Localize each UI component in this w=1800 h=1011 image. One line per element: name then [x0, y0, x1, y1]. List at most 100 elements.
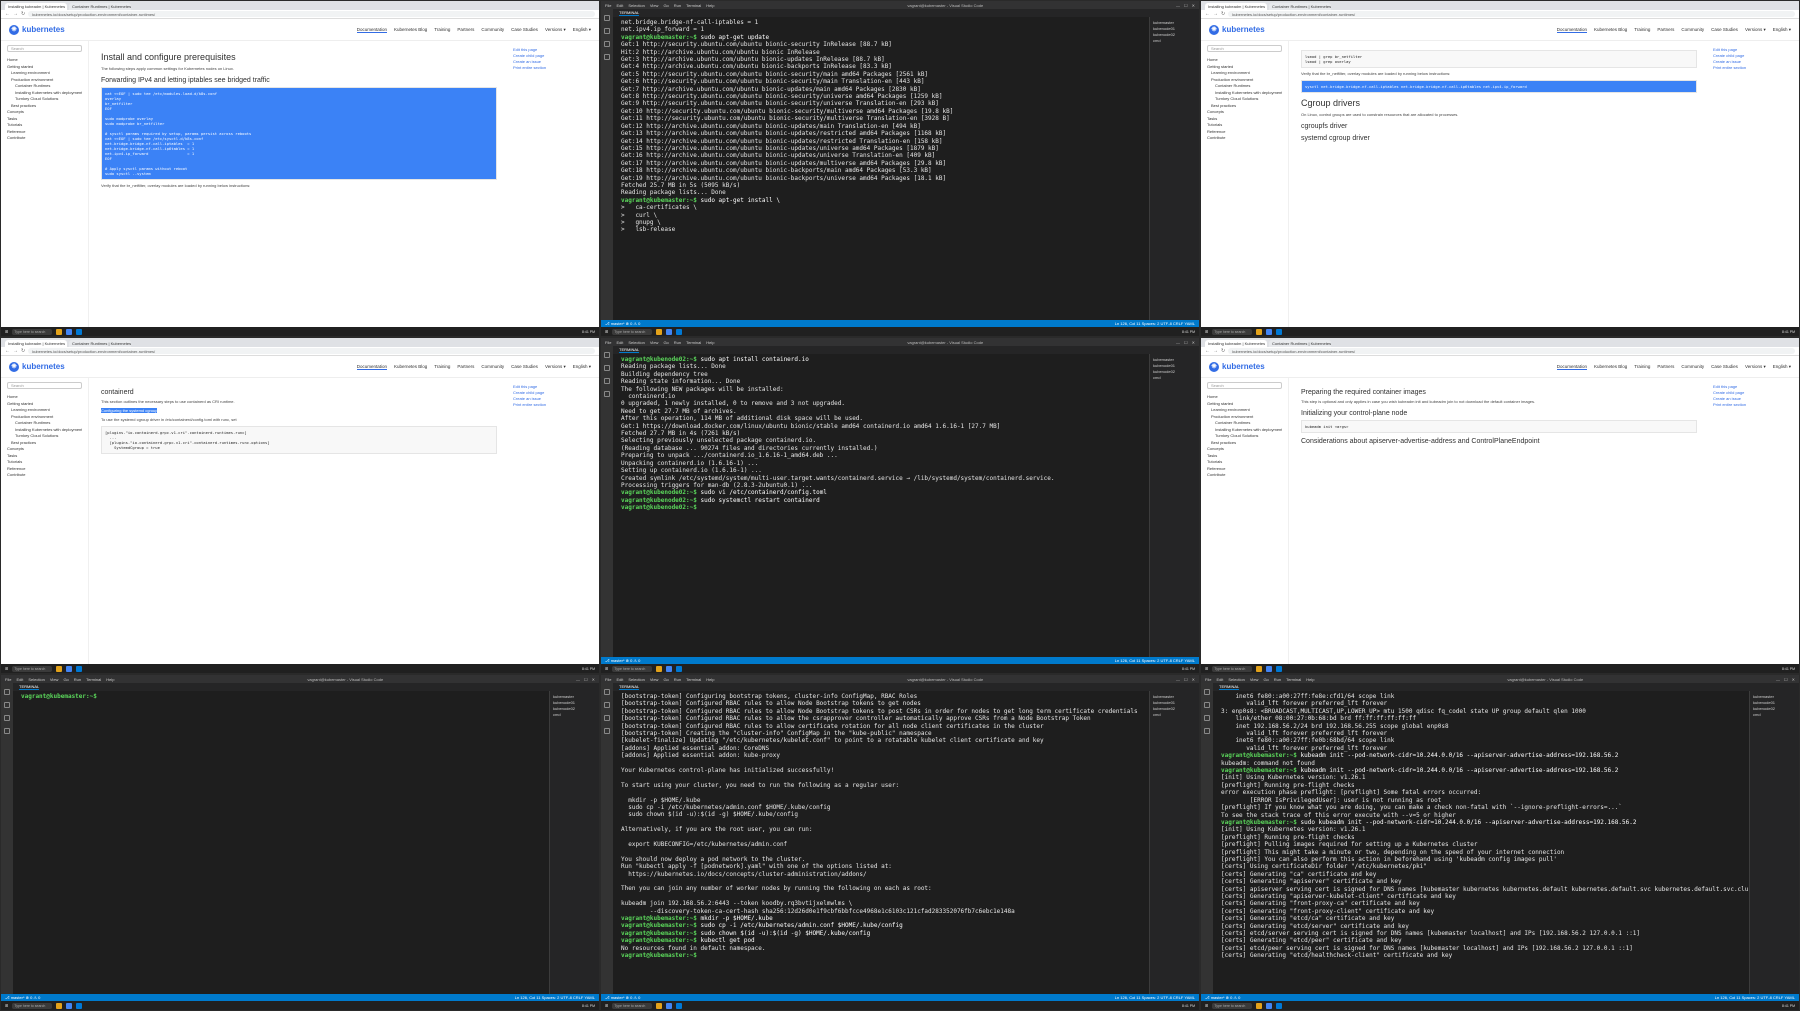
maximize-icon[interactable]: ☐: [584, 677, 588, 682]
folder-app-icon[interactable]: [656, 1002, 663, 1009]
menu-terminal[interactable]: Terminal: [1286, 677, 1301, 682]
terminal-area[interactable]: TERMINAL net.bridge.bridge-nf-call-iptab…: [613, 9, 1199, 327]
extensions-icon[interactable]: [604, 728, 610, 734]
windows-start-icon[interactable]: ⊞: [1205, 666, 1208, 671]
chrome-app-icon[interactable]: [66, 328, 73, 335]
code-block[interactable]: kubeadm init <args>: [1301, 420, 1697, 433]
nav-blog[interactable]: Kubernetes Blog: [394, 364, 427, 370]
terminal-output[interactable]: [bootstrap-token] Configuring bootstrap …: [613, 691, 1199, 962]
menu-file[interactable]: File: [1205, 677, 1211, 682]
status-left[interactable]: ⎇ master* ⊗ 0 ⚠ 0: [605, 995, 640, 1000]
reload-icon[interactable]: ↻: [1221, 348, 1225, 354]
menu-edit[interactable]: Edit: [16, 677, 23, 682]
browser-tab[interactable]: Container Runtimes | Kubernetes: [69, 3, 131, 10]
code-block[interactable]: lsmod | grep br_netfilter lsmod | grep o…: [1301, 50, 1697, 68]
forward-icon[interactable]: →: [13, 11, 18, 17]
taskbar-search[interactable]: Type here to search: [12, 328, 53, 335]
nav-language[interactable]: English ▾: [1773, 27, 1791, 33]
reload-icon[interactable]: ↻: [21, 348, 25, 354]
folder-app-icon[interactable]: [56, 665, 63, 672]
folder-app-icon[interactable]: [656, 328, 663, 335]
close-icon[interactable]: ✕: [1792, 677, 1795, 682]
menu-edit[interactable]: Edit: [616, 677, 623, 682]
menu-file[interactable]: File: [605, 677, 611, 682]
tab-terminal[interactable]: TERMINAL: [619, 10, 640, 16]
vscode-app-icon[interactable]: [676, 328, 683, 335]
search-icon[interactable]: [604, 365, 610, 371]
browser-tab[interactable]: Installing kubeadm | Kubernetes: [5, 3, 67, 10]
windows-start-icon[interactable]: ⊞: [1205, 329, 1208, 334]
nav-training[interactable]: Training: [434, 364, 450, 370]
chrome-app-icon[interactable]: [666, 328, 673, 335]
source-control-icon[interactable]: [604, 715, 610, 721]
vscode-app-icon[interactable]: [1276, 328, 1283, 335]
tab-terminal[interactable]: TERMINAL: [619, 684, 640, 690]
menu-view[interactable]: View: [650, 3, 659, 8]
menu-run[interactable]: Run: [674, 340, 681, 345]
chrome-app-icon[interactable]: [666, 665, 673, 672]
close-icon[interactable]: ✕: [1192, 3, 1195, 8]
browser-tab[interactable]: Installing kubeadm | Kubernetes: [5, 340, 67, 347]
taskbar-search[interactable]: Type here to search: [1212, 665, 1253, 672]
terminal-output[interactable]: net.bridge.bridge-nf-call-iptables = 1 ne…: [613, 17, 1199, 236]
search-icon[interactable]: [1204, 702, 1210, 708]
source-control-icon[interactable]: [604, 41, 610, 47]
explorer-icon[interactable]: [604, 15, 610, 21]
tab-terminal[interactable]: TERMINAL: [1219, 684, 1240, 690]
maximize-icon[interactable]: ☐: [1184, 340, 1188, 345]
taskbar-search[interactable]: Type here to search: [12, 665, 53, 672]
forward-icon[interactable]: →: [13, 348, 18, 354]
vscode-app-icon[interactable]: [676, 665, 683, 672]
maximize-icon[interactable]: ☐: [1184, 3, 1188, 8]
menu-view[interactable]: View: [650, 677, 659, 682]
nav-blog[interactable]: Kubernetes Blog: [1594, 27, 1627, 33]
nav-community[interactable]: Community: [1681, 27, 1704, 33]
vscode-app-icon[interactable]: [76, 665, 83, 672]
menu-help[interactable]: Help: [706, 3, 714, 8]
menu-help[interactable]: Help: [706, 677, 714, 682]
menu-selection[interactable]: Selection: [28, 677, 44, 682]
nav-case-studies[interactable]: Case Studies: [1711, 364, 1738, 370]
minimize-icon[interactable]: —: [1176, 677, 1180, 682]
forward-icon[interactable]: →: [1213, 11, 1218, 17]
menu-selection[interactable]: Selection: [628, 340, 644, 345]
nav-language[interactable]: English ▾: [573, 27, 591, 33]
explorer-icon[interactable]: [1204, 689, 1210, 695]
terminal-item[interactable]: cmd: [1153, 375, 1196, 381]
taskbar-search[interactable]: Type here to search: [12, 1002, 53, 1009]
search-input[interactable]: Search: [7, 382, 82, 389]
nav-versions[interactable]: Versions ▾: [1745, 364, 1766, 370]
menu-selection[interactable]: Selection: [628, 677, 644, 682]
code-block-selected[interactable]: sysctl net.bridge.bridge-nf-call-iptable…: [1301, 80, 1697, 93]
nav-language[interactable]: English ▾: [1773, 364, 1791, 370]
minimize-icon[interactable]: —: [1776, 677, 1780, 682]
windows-start-icon[interactable]: ⊞: [605, 666, 608, 671]
vscode-app-icon[interactable]: [76, 328, 83, 335]
menu-terminal[interactable]: Terminal: [686, 3, 701, 8]
vscode-app-icon[interactable]: [676, 1002, 683, 1009]
nav-documentation[interactable]: Documentation: [1556, 364, 1588, 370]
windows-start-icon[interactable]: ⊞: [605, 1003, 608, 1008]
menu-edit[interactable]: Edit: [1216, 677, 1223, 682]
nav-versions[interactable]: Versions ▾: [545, 27, 566, 33]
nav-documentation[interactable]: Documentation: [356, 27, 388, 33]
code-block-selected[interactable]: cat <<EOF | sudo tee /etc/modules-load.d…: [101, 87, 497, 180]
browser-tab[interactable]: Container Runtimes | Kubernetes: [69, 340, 131, 347]
toc-print-link[interactable]: Print entire section: [1713, 402, 1795, 408]
terminal-area[interactable]: TERMINAL inet6 fe80::a00:27ff:fe8e:cfd1/…: [1213, 683, 1799, 1001]
status-left[interactable]: ⎇ master* ⊗ 0 ⚠ 0: [605, 658, 640, 663]
vscode-app-icon[interactable]: [1276, 1002, 1283, 1009]
menu-go[interactable]: Go: [663, 340, 668, 345]
explorer-icon[interactable]: [604, 352, 610, 358]
search-input[interactable]: Search: [1207, 382, 1282, 389]
windows-start-icon[interactable]: ⊞: [5, 329, 8, 334]
kubernetes-logo[interactable]: ⎈ kubernetes: [1209, 24, 1265, 35]
folder-app-icon[interactable]: [1256, 665, 1263, 672]
chrome-app-icon[interactable]: [1266, 665, 1273, 672]
nav-community[interactable]: Community: [481, 364, 504, 370]
extensions-icon[interactable]: [604, 54, 610, 60]
menu-run[interactable]: Run: [1274, 677, 1281, 682]
menu-file[interactable]: File: [605, 3, 611, 8]
nav-training[interactable]: Training: [1634, 364, 1650, 370]
windows-start-icon[interactable]: ⊞: [605, 329, 608, 334]
